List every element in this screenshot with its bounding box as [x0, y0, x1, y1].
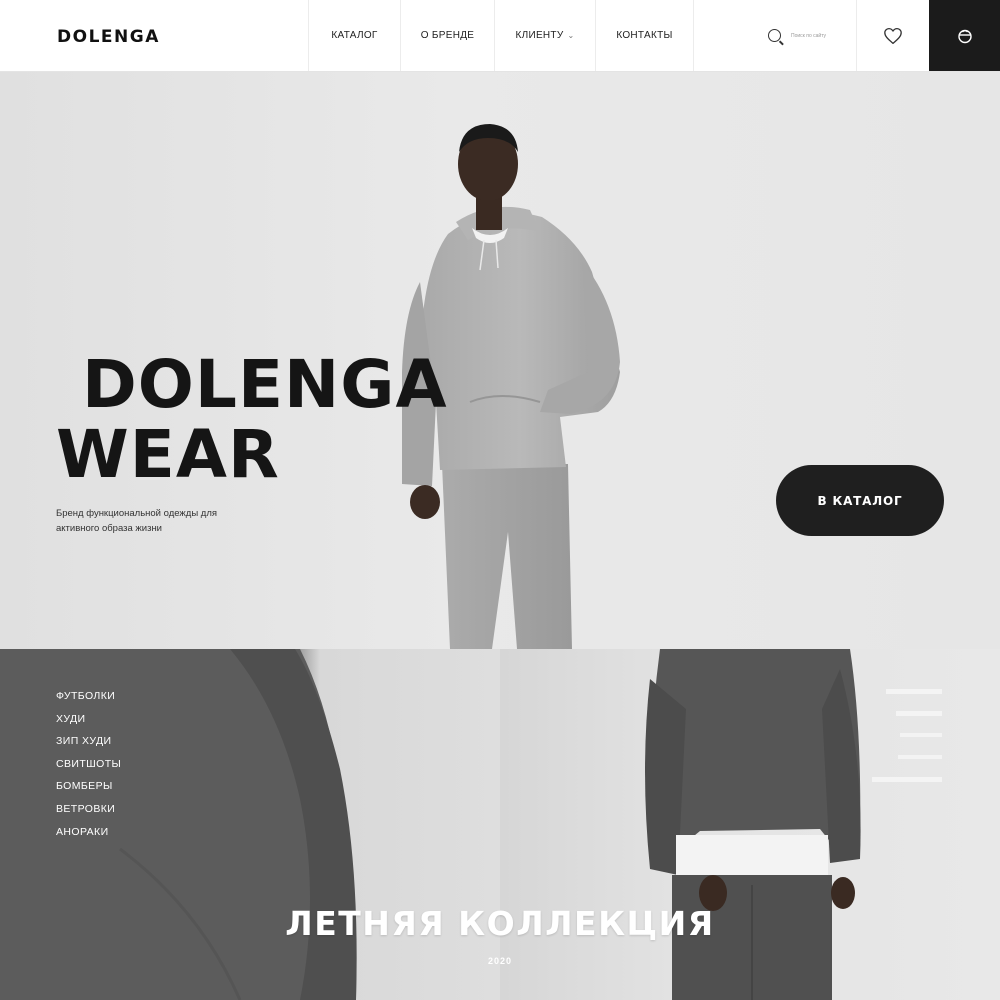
cart-icon — [957, 29, 972, 43]
category-link[interactable]: ФУТБОЛКИ — [56, 685, 121, 708]
collection-year: 2020 — [487, 956, 513, 966]
nav-item-label: КОНТАКТЫ — [616, 30, 673, 41]
search-box[interactable] — [760, 0, 857, 71]
hero-title: DOLENGA WEAR — [56, 350, 448, 490]
favorites-button[interactable] — [857, 0, 929, 71]
brand-logo[interactable]: DOLENGA — [57, 27, 160, 47]
nav-item-catalog[interactable]: КАТАЛОГ — [308, 0, 400, 71]
catalog-cta-button[interactable]: В КАТАЛОГ — [776, 465, 944, 536]
category-link[interactable]: АНОРАКИ — [56, 821, 121, 844]
category-link[interactable]: БОМБЕРЫ — [56, 775, 121, 798]
search-icon[interactable] — [768, 29, 781, 42]
decorative-lines — [872, 687, 944, 794]
category-link[interactable]: ЗИП ХУДИ — [56, 730, 121, 753]
collection-title: ЛЕТНЯЯ КОЛЛЕКЦИЯ — [285, 904, 715, 943]
category-link[interactable]: ХУДИ — [56, 708, 121, 731]
hero-title-line2: WEAR — [56, 416, 280, 493]
hero-title-line1: DOLENGA — [82, 346, 448, 423]
nav-item-client[interactable]: КЛИЕНТУ ⌄ — [494, 0, 595, 71]
nav-item-contacts[interactable]: КОНТАКТЫ — [595, 0, 694, 71]
nav-item-about[interactable]: О БРЕНДЕ — [400, 0, 494, 71]
category-list: ФУТБОЛКИ ХУДИ ЗИП ХУДИ СВИТШОТЫ БОМБЕРЫ … — [56, 685, 121, 843]
nav-item-label: КЛИЕНТУ — [515, 30, 564, 41]
collection-section: ФУТБОЛКИ ХУДИ ЗИП ХУДИ СВИТШОТЫ БОМБЕРЫ … — [0, 649, 1000, 1000]
category-link[interactable]: ВЕТРОВКИ — [56, 798, 121, 821]
nav-item-label: КАТАЛОГ — [331, 30, 378, 41]
hero-section: DOLENGA WEAR Бренд функциональной одежды… — [0, 72, 1000, 649]
site-header: DOLENGA КАТАЛОГ О БРЕНДЕ КЛИЕНТУ ⌄ КОНТА… — [0, 0, 1000, 72]
cart-button[interactable] — [929, 0, 1000, 71]
search-input[interactable] — [789, 31, 847, 40]
main-nav: КАТАЛОГ О БРЕНДЕ КЛИЕНТУ ⌄ КОНТАКТЫ — [308, 0, 694, 71]
category-link[interactable]: СВИТШОТЫ — [56, 753, 121, 776]
model-panel — [500, 649, 1000, 1000]
hero-subtitle: Бренд функциональной одежды для активног… — [56, 508, 218, 534]
nav-item-label: О БРЕНДЕ — [420, 30, 475, 41]
chevron-down-icon: ⌄ — [567, 31, 575, 40]
categories-panel: ФУТБОЛКИ ХУДИ ЗИП ХУДИ СВИТШОТЫ БОМБЕРЫ … — [0, 649, 500, 1000]
heart-icon — [884, 27, 902, 44]
